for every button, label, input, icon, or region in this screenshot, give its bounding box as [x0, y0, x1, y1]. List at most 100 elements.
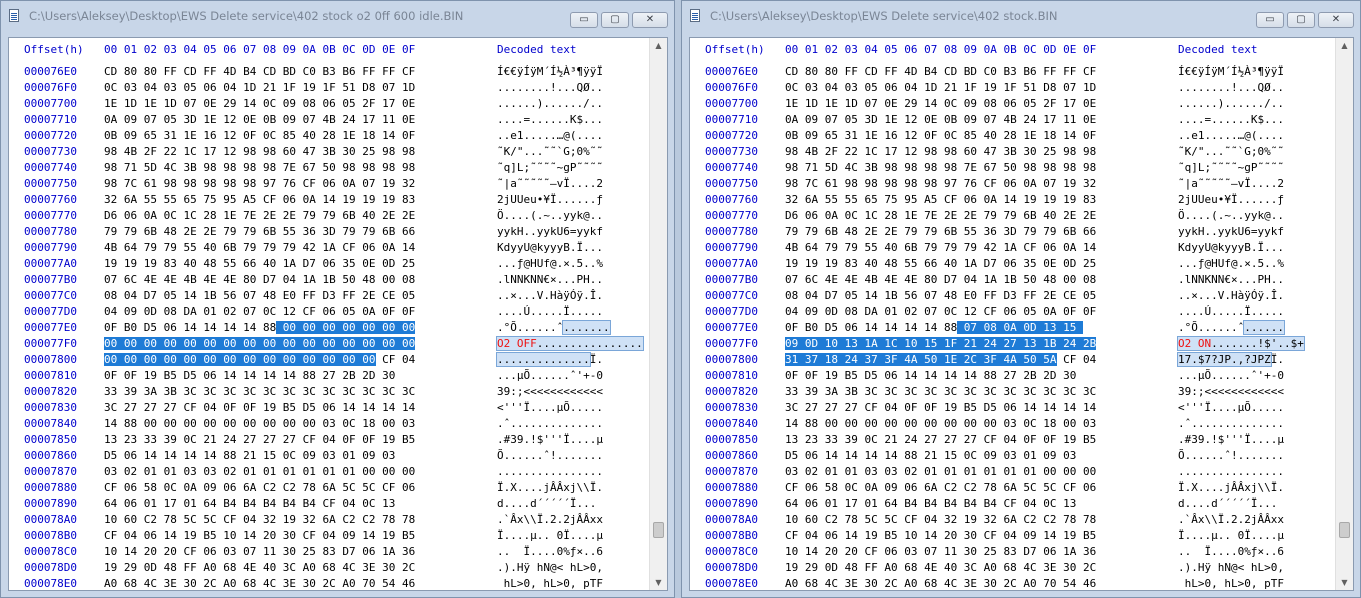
decoded-bytes: Ï. [589, 353, 603, 366]
row-offset: 00007830 [705, 401, 758, 414]
row-decoded: hL>0, hL>0, pTF [1178, 577, 1284, 590]
hex-row: 00007840 14 88 00 00 00 00 00 00 00 00 00… [690, 416, 1336, 432]
vertical-scrollbar[interactable]: ▲ ▼ [649, 38, 667, 590]
hex-row: 00007800 00 00 00 00 00 00 00 00 00 00 00… [9, 352, 650, 368]
row-offset: 00007700 [705, 97, 758, 110]
row-offset: 00007750 [705, 177, 758, 190]
row-offset: 000077B0 [705, 273, 758, 286]
row-decoded: ˜q]L;˜˜˜˜~gP˜˜˜˜ [497, 161, 603, 174]
hex-row: 00007720 0B 09 65 31 1E 16 12 0F 0C 85 40… [9, 128, 650, 144]
hex-row: 00007790 4B 64 79 79 55 40 6B 79 79 79 42… [9, 240, 650, 256]
row-hex: 1E 1D 1E 1D 07 0E 29 14 0C 09 08 06 05 2… [785, 97, 1097, 110]
row-hex: 4B 64 79 79 55 40 6B 79 79 79 42 1A CF 0… [785, 241, 1097, 254]
hex-row: 00007710 0A 09 07 05 3D 1E 12 0E 0B 09 07… [690, 112, 1336, 128]
row-hex: 13 23 33 39 0C 21 24 27 27 27 CF 04 0F 0… [104, 433, 416, 446]
row-offset: 000077E0 [24, 321, 77, 334]
hex-row: 000076F0 0C 03 04 03 05 06 04 1D 21 1F 19… [9, 80, 650, 96]
hex-row: 00007700 1E 1D 1E 1D 07 0E 29 14 0C 09 08… [9, 96, 650, 112]
row-decoded: d....d´´´´´Ï... [1178, 497, 1278, 510]
hex-selection: 31 37 18 24 37 3F 4A 50 1E 2C 3F 4A 50 5… [785, 353, 1057, 366]
hex-row: 000078D0 19 29 0D 48 FF A0 68 4E 40 3C A0… [690, 560, 1336, 576]
row-decoded: ..×...V.HàÿÓÿ.Î. [1178, 289, 1284, 302]
hex-row: 00007730 98 4B 2F 22 1C 17 12 98 98 60 47… [690, 144, 1336, 160]
row-offset: 00007750 [24, 177, 77, 190]
row-offset: 000078D0 [705, 561, 758, 574]
maximize-button[interactable]: ▢ [601, 12, 629, 28]
row-offset: 00007870 [705, 465, 758, 478]
hex-view[interactable]: Offset(h) 00 01 02 03 04 05 06 07 08 09 0… [689, 37, 1354, 591]
decoded-selection: 17.$7?JP.,?JPZ [1177, 352, 1272, 367]
row-hex: 14 88 00 00 00 00 00 00 00 00 00 03 0C 1… [785, 417, 1097, 430]
row-offset: 000076F0 [705, 81, 758, 94]
row-decoded: <'''Ï....µÕ..... [1178, 401, 1284, 414]
row-decoded: Í€€ÿÍÿM´Í½À³¶ÿÿÏ [1178, 65, 1284, 78]
scroll-up-icon[interactable]: ▲ [1336, 38, 1353, 53]
hex-row: 000077C0 08 04 D7 05 14 1B 56 07 48 E0 FF… [690, 288, 1336, 304]
hex-row: 00007870 03 02 01 01 03 03 02 01 01 01 01… [690, 464, 1336, 480]
hex-view[interactable]: Offset(h) 00 01 02 03 04 05 06 07 08 09 0… [8, 37, 668, 591]
row-hex: 64 06 01 17 01 64 B4 B4 B4 B4 B4 CF 04 0… [104, 497, 396, 510]
minimize-button[interactable]: ▭ [1256, 12, 1284, 28]
hex-row: 000078A0 10 60 C2 78 5C 5C CF 04 32 19 32… [690, 512, 1336, 528]
scroll-up-icon[interactable]: ▲ [650, 38, 667, 53]
window-title: C:\Users\Aleksey\Desktop\EWS Delete serv… [710, 9, 1058, 23]
close-button[interactable]: ✕ [632, 12, 668, 28]
row-offset: 00007700 [24, 97, 77, 110]
hex-row: 00007700 1E 1D 1E 1D 07 0E 29 14 0C 09 08… [690, 96, 1336, 112]
row-offset: 00007850 [705, 433, 758, 446]
row-decoded: Ï.X....jÂÂxj\\Ï. [1178, 481, 1284, 494]
row-offset: 000078D0 [24, 561, 77, 574]
hex-row: 00007780 79 79 6B 48 2E 2E 79 79 6B 55 36… [690, 224, 1336, 240]
decoded-selection: ....... [562, 320, 611, 335]
scroll-thumb[interactable] [1339, 522, 1350, 538]
hex-row: 00007770 D6 06 0A 0C 1C 28 1E 7E 2E 2E 79… [690, 208, 1336, 224]
vertical-scrollbar[interactable]: ▲ ▼ [1335, 38, 1353, 590]
decoded-selection: ...... [1243, 320, 1285, 335]
row-decoded: ...ƒ@HUf@.×.5..% [497, 257, 603, 270]
row-offset: 00007710 [24, 113, 77, 126]
row-hex: 33 39 3A 3B 3C 3C 3C 3C 3C 3C 3C 3C 3C 3… [104, 385, 416, 398]
row-decoded: 39:;<<<<<<<<<<<< [1178, 385, 1284, 398]
row-decoded: O2 OFF................ [496, 336, 644, 352]
row-hex: 98 4B 2F 22 1C 17 12 98 98 60 47 3B 30 2… [785, 145, 1097, 158]
maximize-button[interactable]: ▢ [1287, 12, 1315, 28]
row-offset: 000077C0 [24, 289, 77, 302]
row-decoded: ................ [1178, 465, 1284, 478]
row-decoded: .).Hÿ hN@< hL>0, [1178, 561, 1284, 574]
row-decoded: Õ......ˆ!....... [1178, 449, 1284, 462]
row-decoded: Ö....(.~..yyk@.. [497, 209, 603, 222]
row-offset: 00007840 [24, 417, 77, 430]
row-decoded: .lNNKNN€×...PH.. [1178, 273, 1284, 286]
hex-row: 00007780 79 79 6B 48 2E 2E 79 79 6B 55 36… [9, 224, 650, 240]
hex-bytes: CF 04 [375, 353, 416, 366]
hex-row: 00007820 33 39 3A 3B 3C 3C 3C 3C 3C 3C 3C… [9, 384, 650, 400]
decoded-selected-text: .......!$'..$+ [1211, 337, 1304, 350]
row-offset: 000077E0 [705, 321, 758, 334]
row-decoded: <'''Ï....µÕ..... [497, 401, 603, 414]
row-decoded: ....=......K$... [1178, 113, 1284, 126]
row-decoded: ..×...V.HàÿÓÿ.Î. [497, 289, 603, 302]
hex-row: 00007860 D5 06 14 14 14 14 88 21 15 0C 09… [9, 448, 650, 464]
row-hex: 0B 09 65 31 1E 16 12 0F 0C 85 40 28 1E 1… [785, 129, 1097, 142]
row-decoded: .lNNKNN€×...PH.. [497, 273, 603, 286]
close-button[interactable]: ✕ [1318, 12, 1354, 28]
row-offset: 00007890 [24, 497, 77, 510]
scroll-down-icon[interactable]: ▼ [1336, 575, 1353, 590]
row-hex: CF 04 06 14 19 B5 10 14 20 30 CF 04 09 1… [785, 529, 1097, 542]
column-header: Offset(h) 00 01 02 03 04 05 06 07 08 09 0… [690, 42, 1336, 58]
row-decoded: ˜|a˜˜˜˜˜—vÏ....2 [497, 177, 603, 190]
row-decoded: Í€€ÿÍÿM´Í½À³¶ÿÿÏ [497, 65, 603, 78]
row-hex: CF 04 06 14 19 B5 10 14 20 30 CF 04 09 1… [104, 529, 416, 542]
hex-selection: 00 00 00 00 00 00 00 00 00 00 00 00 00 0… [104, 353, 376, 366]
row-offset: 000076E0 [24, 65, 77, 78]
row-decoded: 39:;<<<<<<<<<<<< [497, 385, 603, 398]
row-offset: 00007880 [705, 481, 758, 494]
scroll-thumb[interactable] [653, 522, 664, 538]
hex-row: 000077F0 00 00 00 00 00 00 00 00 00 00 00… [9, 336, 650, 352]
row-offset: 00007720 [24, 129, 77, 142]
minimize-button[interactable]: ▭ [570, 12, 598, 28]
scroll-down-icon[interactable]: ▼ [650, 575, 667, 590]
hex-row: 00007760 32 6A 55 55 65 75 95 A5 CF 06 0A… [9, 192, 650, 208]
row-decoded: ˜|a˜˜˜˜˜—vÏ....2 [1178, 177, 1284, 190]
hex-row: 000077A0 19 19 19 83 40 48 55 66 40 1A D7… [690, 256, 1336, 272]
